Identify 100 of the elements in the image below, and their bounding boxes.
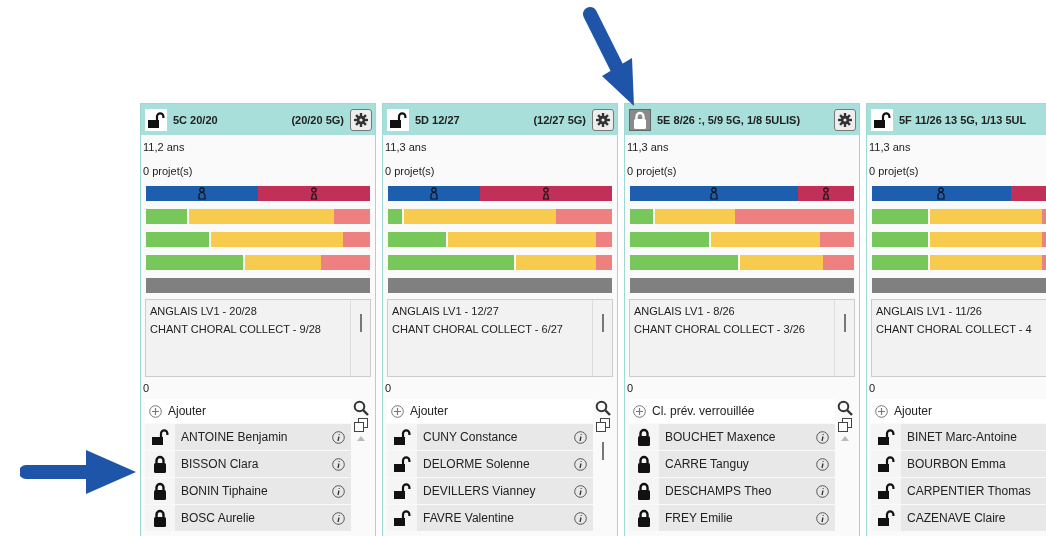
- copy-icon[interactable]: [596, 418, 610, 432]
- student-name: FAVRE Valentine: [422, 511, 515, 525]
- average-age: 11,3 ans: [384, 140, 428, 155]
- count-text: 0: [384, 381, 393, 396]
- student-name: CAZENAVE Claire: [906, 511, 1007, 525]
- student-row[interactable]: BINET Marc-Antoine: [871, 423, 1046, 450]
- person-icon: [198, 187, 206, 200]
- option-text: CHANT CHORAL COLLECT - 6/27: [392, 322, 564, 337]
- student-name: CUNY Constance: [422, 430, 519, 444]
- option-text: CHANT CHORAL COLLECT - 4: [876, 322, 1033, 337]
- student-row[interactable]: BONIN Tiphaine: [145, 477, 351, 504]
- student-row[interactable]: BISSON Clara: [145, 450, 351, 477]
- settings-button[interactable]: [834, 108, 856, 131]
- student-name: FREY Emilie: [664, 511, 734, 525]
- info-icon[interactable]: [332, 430, 345, 444]
- option-text: ANGLAIS LV1 - 20/28: [150, 304, 258, 319]
- copy-icon[interactable]: [838, 418, 852, 432]
- info-icon[interactable]: [574, 457, 587, 471]
- option-text: ANGLAIS LV1 - 8/26: [634, 304, 736, 319]
- plus-icon: [149, 404, 162, 418]
- count-text: 0: [142, 381, 151, 396]
- option-text: ANGLAIS LV1 - 12/27: [392, 304, 500, 319]
- person-icon: [822, 187, 830, 200]
- class-title: 5C 20/20: [173, 113, 218, 126]
- info-icon[interactable]: [332, 457, 345, 471]
- student-row[interactable]: FREY Emilie: [629, 504, 835, 531]
- class-count: (20/20 5G): [291, 113, 344, 126]
- info-icon[interactable]: [574, 430, 587, 444]
- class-count: (12/27 5G): [533, 113, 586, 126]
- student-name: DESCHAMPS Theo: [664, 484, 773, 498]
- option-text: CHANT CHORAL COLLECT - 9/28: [150, 322, 322, 337]
- add-button[interactable]: Ajouter: [387, 399, 593, 423]
- person-icon: [541, 187, 550, 200]
- student-name: BOUCHET Maxence: [664, 430, 777, 444]
- info-icon[interactable]: [816, 457, 829, 471]
- student-row[interactable]: CAZENAVE Claire: [871, 504, 1046, 531]
- person-icon: [310, 187, 318, 200]
- average-age: 11,3 ans: [868, 140, 912, 155]
- class-title: 5E 8/26 :, 5/9 5G, 1/8 5ULIS): [657, 113, 801, 126]
- scrollbar-thumb[interactable]: [843, 314, 846, 332]
- info-icon[interactable]: [332, 511, 345, 525]
- plus-icon: [391, 404, 404, 418]
- settings-button[interactable]: [592, 108, 614, 131]
- student-name: BOURBON Emma: [906, 457, 1007, 471]
- projects-count: 0 projet(s): [384, 164, 436, 179]
- average-age: 11,3 ans: [626, 140, 670, 155]
- student-row[interactable]: FAVRE Valentine: [387, 504, 593, 531]
- info-icon[interactable]: [816, 430, 829, 444]
- info-icon[interactable]: [332, 484, 345, 498]
- student-row[interactable]: DELORME Solenne: [387, 450, 593, 477]
- student-name: BISSON Clara: [180, 457, 260, 471]
- plus-icon: [633, 404, 646, 418]
- plus-icon: [875, 404, 888, 418]
- projects-count: 0 projet(s): [868, 164, 920, 179]
- info-icon[interactable]: [574, 511, 587, 525]
- student-row[interactable]: BOUCHET Maxence: [629, 423, 835, 450]
- student-row[interactable]: CARRE Tanguy: [629, 450, 835, 477]
- projects-count: 0 projet(s): [142, 164, 194, 179]
- search-icon[interactable]: [595, 400, 611, 416]
- student-name: DEVILLERS Vianney: [422, 484, 537, 498]
- info-icon[interactable]: [816, 484, 829, 498]
- option-text: CHANT CHORAL COLLECT - 3/26: [634, 322, 806, 337]
- scrollbar-thumb[interactable]: [601, 314, 604, 332]
- student-name: BOSC Aurelie: [180, 511, 257, 525]
- scrollbar-thumb[interactable]: [359, 314, 362, 332]
- info-icon[interactable]: [574, 484, 587, 498]
- student-row[interactable]: BOURBON Emma: [871, 450, 1046, 477]
- student-row[interactable]: BOSC Aurelie: [145, 504, 351, 531]
- student-name: DELORME Solenne: [422, 457, 531, 471]
- add-button[interactable]: Ajouter: [145, 399, 351, 423]
- class-title: 5F 11/26 13 5G, 1/13 5UL: [899, 113, 1027, 126]
- student-name: ANTOINE Benjamin: [180, 430, 289, 444]
- settings-button[interactable]: [350, 108, 372, 131]
- person-icon: [937, 187, 946, 200]
- copy-icon[interactable]: [354, 418, 368, 432]
- class-title: 5D 12/27: [415, 113, 460, 126]
- count-text: 0: [626, 381, 635, 396]
- student-name: CARPENTIER Thomas: [906, 484, 1032, 498]
- search-icon[interactable]: [837, 400, 853, 416]
- student-name: BINET Marc-Antoine: [906, 430, 1018, 444]
- search-icon[interactable]: [353, 400, 369, 416]
- student-row[interactable]: DEVILLERS Vianney: [387, 477, 593, 504]
- gear-icon: [838, 112, 852, 127]
- student-name: CARRE Tanguy: [664, 457, 750, 471]
- info-icon[interactable]: [816, 511, 829, 525]
- count-text: 0: [868, 381, 877, 396]
- student-row[interactable]: DESCHAMPS Theo: [629, 477, 835, 504]
- scrollbar-thumb[interactable]: [602, 442, 604, 460]
- person-icon: [429, 187, 438, 200]
- average-age: 11,2 ans: [142, 140, 186, 155]
- gear-icon: [354, 112, 368, 127]
- gear-icon: [596, 112, 610, 127]
- projects-count: 0 projet(s): [626, 164, 678, 179]
- student-row[interactable]: CARPENTIER Thomas: [871, 477, 1046, 504]
- student-row[interactable]: CUNY Constance: [387, 423, 593, 450]
- option-text: ANGLAIS LV1 - 11/26: [876, 304, 983, 319]
- student-row[interactable]: ANTOINE Benjamin: [145, 423, 351, 450]
- person-icon: [710, 187, 718, 200]
- add-button[interactable]: Ajouter: [871, 399, 1046, 423]
- add-button[interactable]: Cl. prév. verrouillée: [629, 399, 835, 423]
